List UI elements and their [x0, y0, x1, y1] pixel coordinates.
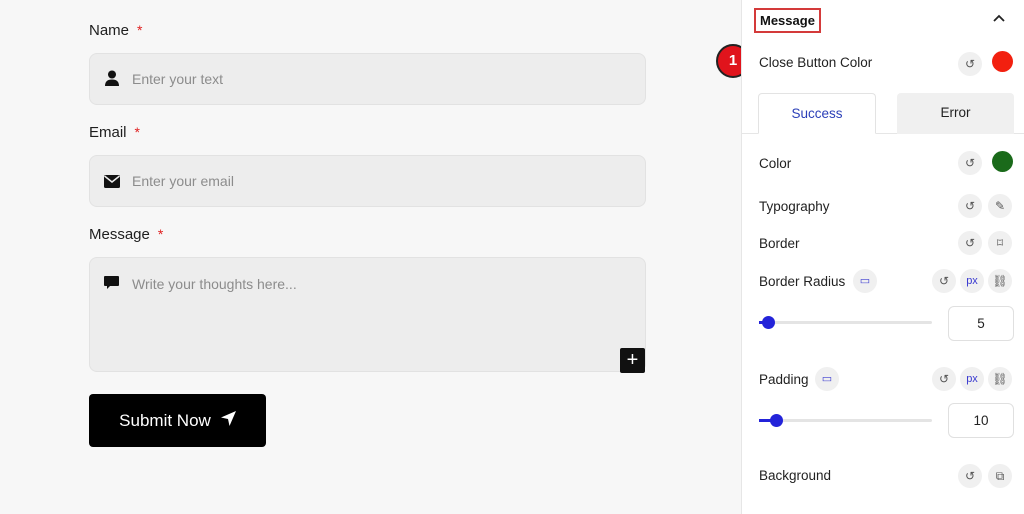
padding-label: Padding [759, 372, 809, 387]
unit-toggle[interactable]: px [960, 269, 984, 293]
settings-panel: Message Close Button Color ↺ Success Err… [741, 0, 1024, 514]
reset-icon[interactable]: ↺ [958, 52, 982, 76]
reset-icon[interactable]: ↺ [958, 231, 982, 255]
required-mark: * [157, 226, 164, 242]
envelope-icon [104, 175, 120, 193]
submit-button[interactable]: Submit Now [89, 394, 266, 447]
border-radius-label: Border Radius [759, 274, 846, 289]
reset-icon[interactable]: ↺ [932, 367, 956, 391]
reset-icon[interactable]: ↺ [932, 269, 956, 293]
tab-error[interactable]: Error [897, 93, 1014, 134]
close-button-color-label: Close Button Color [759, 55, 873, 70]
border-box-icon[interactable]: ⌑ [988, 231, 1012, 255]
required-mark: * [134, 124, 140, 140]
message-label: Message * [89, 226, 164, 243]
unit-toggle[interactable]: px [960, 367, 984, 391]
reset-icon[interactable]: ↺ [958, 464, 982, 488]
email-label: Email * [89, 124, 140, 141]
typography-label: Typography [759, 199, 830, 214]
message-textarea[interactable]: Write your thoughts here... [89, 257, 646, 372]
section-title[interactable]: Message [754, 8, 821, 33]
message-placeholder: Write your thoughts here... [132, 276, 297, 292]
comment-icon [104, 276, 119, 296]
edit-icon[interactable]: ✎ [988, 194, 1012, 218]
email-input[interactable]: Enter your email [89, 155, 646, 207]
border-radius-slider[interactable] [759, 316, 932, 329]
slider-thumb[interactable] [770, 414, 783, 427]
tabs: Success Error [742, 93, 1024, 134]
email-placeholder: Enter your email [132, 173, 234, 189]
color-swatch[interactable] [992, 151, 1013, 172]
submit-label: Submit Now [119, 410, 211, 430]
required-mark: * [137, 22, 143, 38]
name-placeholder: Enter your text [132, 71, 224, 87]
padding-slider[interactable] [759, 414, 932, 427]
desktop-icon[interactable]: ▭ [853, 269, 877, 293]
form-preview: Name * Enter your text Email * Enter your … [0, 0, 741, 514]
add-icon[interactable]: + [620, 348, 645, 373]
border-radius-input[interactable]: 5 [948, 306, 1014, 341]
desktop-icon[interactable]: ▭ [815, 367, 839, 391]
chevron-up-icon[interactable] [993, 11, 1005, 25]
tab-success[interactable]: Success [758, 93, 876, 134]
user-icon [104, 70, 120, 92]
link-icon[interactable]: ⛓ [988, 367, 1012, 391]
slider-thumb[interactable] [762, 316, 775, 329]
reset-icon[interactable]: ↺ [958, 194, 982, 218]
name-input[interactable]: Enter your text [89, 53, 646, 105]
padding-input[interactable]: 10 [948, 403, 1014, 438]
background-label: Background [759, 468, 832, 483]
send-icon [220, 410, 236, 431]
copy-icon[interactable]: ⧉ [988, 464, 1012, 488]
color-label: Color [759, 156, 792, 171]
close-button-color-swatch[interactable] [992, 51, 1013, 72]
link-icon[interactable]: ⛓ [988, 269, 1012, 293]
name-label: Name * [89, 22, 143, 39]
border-label: Border [759, 236, 800, 251]
reset-icon[interactable]: ↺ [958, 151, 982, 175]
